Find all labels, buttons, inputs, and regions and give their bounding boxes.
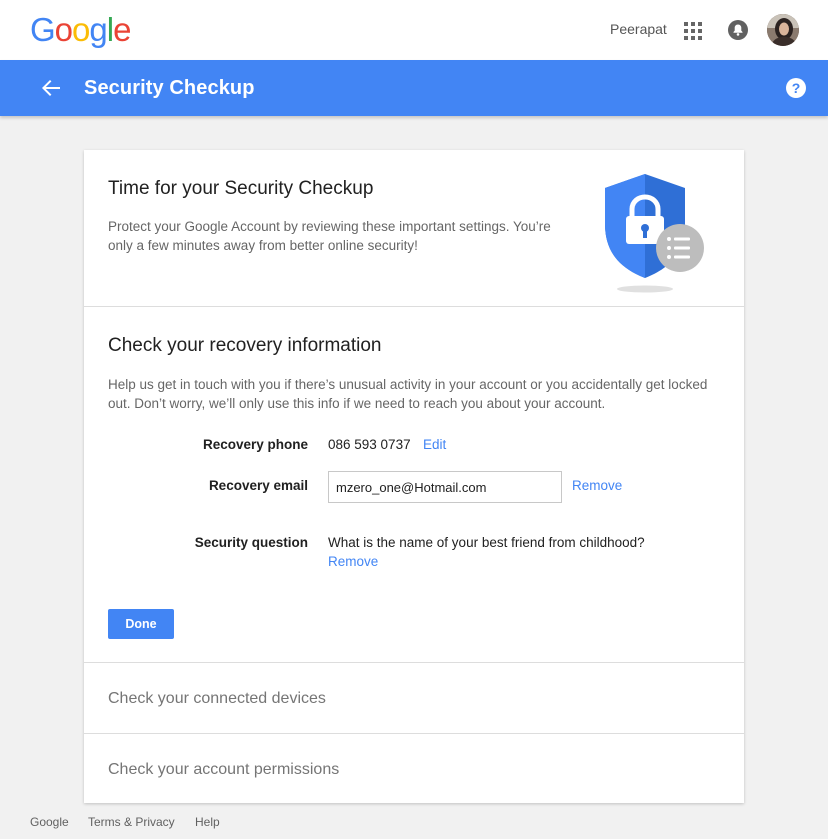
- recovery-email-input[interactable]: [328, 471, 562, 503]
- logo-letter: G: [30, 11, 56, 48]
- user-name[interactable]: Peerapat: [610, 21, 667, 37]
- recovery-title: Check your recovery information: [108, 335, 382, 356]
- remove-email-link[interactable]: Remove: [572, 478, 622, 493]
- page-title: Security Checkup: [84, 77, 255, 99]
- security-question-label: Security question: [194, 535, 308, 550]
- intro-section: Time for your Security Checkup Protect y…: [84, 150, 744, 307]
- notifications-bell-icon[interactable]: [728, 20, 748, 40]
- security-checkup-card: Time for your Security Checkup Protect y…: [84, 150, 744, 803]
- shield-lock-icon: [605, 174, 704, 293]
- recovery-phone-value: 086 593 0737: [328, 437, 411, 452]
- recovery-section: Check your recovery information Help us …: [84, 308, 744, 663]
- connected-devices-title: Check your connected devices: [108, 690, 326, 707]
- avatar-image-icon: [767, 14, 799, 46]
- intro-title: Time for your Security Checkup: [108, 178, 374, 199]
- recovery-email-label: Recovery email: [208, 478, 308, 493]
- footer-google-link[interactable]: Google: [30, 815, 69, 829]
- logo-letter: o: [54, 11, 73, 48]
- edit-phone-link[interactable]: Edit: [423, 437, 446, 452]
- intro-description: Protect your Google Account by reviewing…: [108, 219, 551, 253]
- account-permissions-title: Check your account permissions: [108, 761, 340, 778]
- footer-help-link[interactable]: Help: [195, 815, 220, 829]
- security-question-value: What is the name of your best friend fro…: [328, 535, 645, 550]
- logo-letter: e: [113, 11, 131, 48]
- logo-letter: o: [72, 11, 90, 48]
- recovery-description: Help us get in touch with you if there’s…: [108, 377, 708, 411]
- google-logo[interactable]: Google: [30, 11, 131, 48]
- top-bar: Google Peerapat: [0, 0, 828, 60]
- avatar[interactable]: [767, 14, 799, 46]
- account-permissions-section[interactable]: Check your account permissions: [84, 735, 744, 803]
- logo-letter: g: [89, 11, 107, 48]
- recovery-phone-label: Recovery phone: [202, 437, 308, 452]
- connected-devices-section[interactable]: Check your connected devices: [84, 664, 744, 734]
- apps-grid-icon[interactable]: [684, 22, 702, 40]
- back-arrow-icon[interactable]: [40, 77, 62, 99]
- svg-text:?: ?: [792, 80, 801, 96]
- footer-terms-link[interactable]: Terms & Privacy: [88, 815, 175, 829]
- remove-question-link[interactable]: Remove: [328, 554, 378, 569]
- help-icon[interactable]: ?: [786, 78, 806, 98]
- done-button[interactable]: Done: [108, 609, 174, 639]
- app-bar: Security Checkup ?: [0, 60, 828, 116]
